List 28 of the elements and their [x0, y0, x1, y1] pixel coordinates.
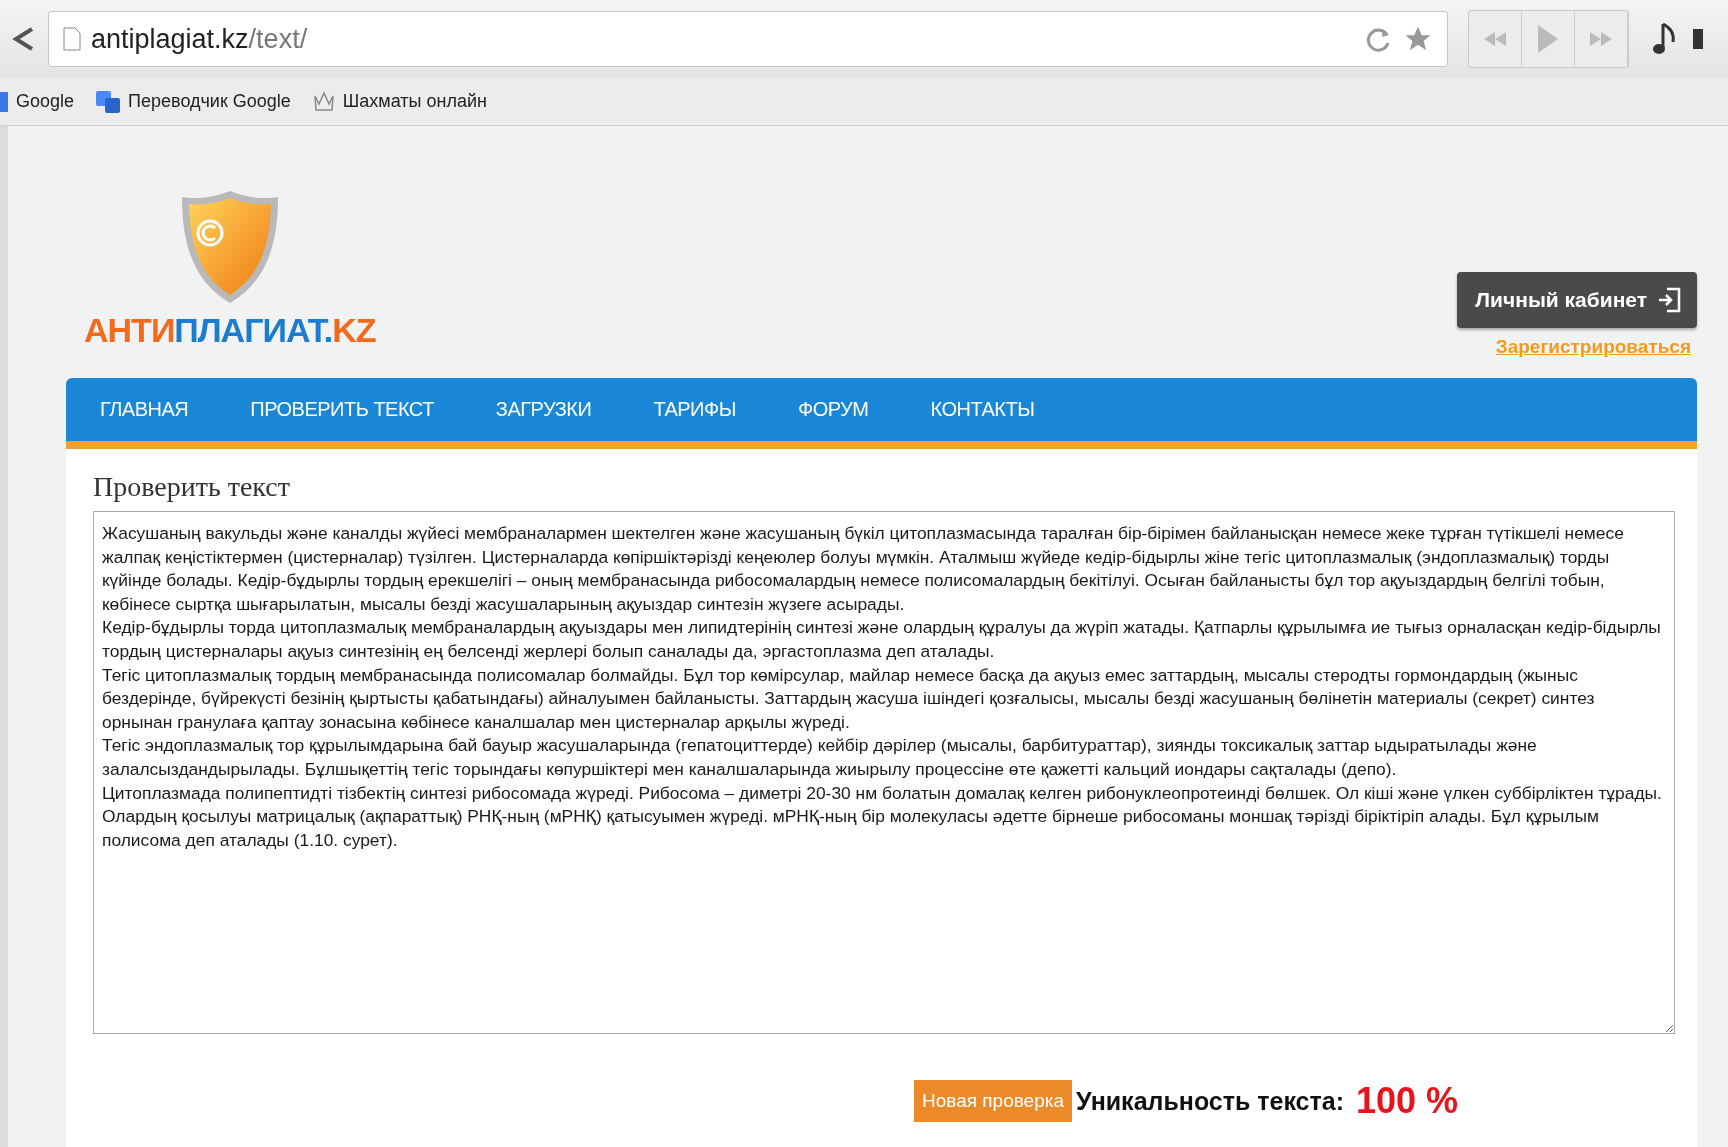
rewind-icon[interactable] — [1484, 32, 1506, 46]
site-logo-text: АНТИПЛАГИАТ.KZ — [84, 311, 376, 350]
nav-link[interactable]: ГЛАВНАЯ — [100, 378, 220, 441]
fast-forward-icon[interactable] — [1590, 32, 1612, 46]
uniqueness-label: Уникальность текста: — [1076, 1086, 1344, 1116]
crown-icon — [312, 89, 335, 114]
address-bar[interactable]: antiplagiat.kz/text/ — [48, 11, 1448, 67]
nav-link[interactable]: КОНТАКТЫ — [899, 378, 1066, 441]
bookmark-icon — [0, 91, 8, 112]
uniqueness-value: 100 % — [1356, 1080, 1459, 1122]
nav-link[interactable]: ПРОВЕРИТЬ ТЕКСТ — [219, 378, 465, 441]
shield-logo-icon — [179, 189, 280, 305]
page-icon — [63, 27, 81, 51]
login-icon — [1657, 287, 1681, 313]
bookmark-link[interactable]: Google — [0, 91, 75, 112]
register-link[interactable]: Зарегистрироваться — [1495, 336, 1691, 358]
url-text: antiplagiat.kz/text/ — [91, 23, 308, 55]
account-button[interactable]: Личный кабинет — [1457, 272, 1697, 328]
nav-link[interactable]: ФОРУМ — [766, 378, 900, 441]
nav-link[interactable]: ТАРИФЫ — [622, 378, 767, 441]
play-icon[interactable] — [1538, 25, 1558, 53]
page-title: Проверить текст — [93, 471, 291, 503]
nav-link[interactable]: ЗАГРУЗКИ — [464, 378, 623, 441]
text-input-field[interactable]: Жасушаның вакульды және каналды жүйесі мембраналармен шектелген және жасушаның бүкіл цитоплазмасында таралған бір-бірімен байланысқан немесе жеке тұрған түтікшелі немесе жалпақ кеңістіктермен (цистерналар) түзілген. Цистерналарда көпіршіктәрізді кеңеюлер болуы мүмкін. Аталмыш жүйеде кедір-бідырлы жіне тегіс цитоплазмалық (эндоплазмалық) торды күйінде болады. Кедір-бұдырлы тордың ерекшелігі – оның мембранасында рибосомалардың немесе полисомалардың бекітілуі. Осыған байланысты бұл тор ақуыздардың белгілі тобын, көбінесе сыртқа шығарылатын, мысалы безді жасушаларының ақуыздар синтезін жүзеге асырады. Кедір-бұдырлы торда цитоплазмалық мембраналардың ақуыздары мен липидтерінің синтезі және олардың құралуы да жүріп жатады. Қатпарлы құрылымға ие тығыз орналасқан кедір-бідырлы тордың цистерналары ақуыз синтезінің ең белсенді жерлері болып саналады да, эргастоплазма деп аталады. Тегіс цитоплазмалық тордың мембранасында полисомалар болмайды. Бұл тор көмірсулар, майлар немесе басқа да ақуыз емес заттардың, мысалы стеродты гормондардың (жыныс бездерінде, бүйрекүсті безінің қыртысты қабатындағы) айналуымен байланысты. Заттардың жасуша ішіндегі қозғалысы, мысалы безді жасушаның бөлінетін материалы (секрет) синтез орнынан гранулаға қаптау зонасына көбінесе каналшалар мен цистерналар арқылы жүреді. Тегіс эндоплазмалық тор құрылымдарына бай бауыр жасушаларында (гепатоциттерде) кейбір дәрілер (мысалы, барбитураттар), зиянды токсикалық заттар ыдыратылады және залалсыздандырылады. Бұлшықеттің тегіс торындағы көпуршіктері мен каналшаларында жиырылу процессіне өте қажетті кальций иондары сақталады (депо). Цитоплазмада полипептидті тізбектің синтезі рибосомада жүреді. Рибосома – диметрі 20-30 нм болатын домалақ келген рибонуклеопротеинді бөлшек. Ол кіші және үлкен суббірліктен тұрады. Олардың қосылуы матрицалық (ақпараттық) РНҚ-ның (мРНҚ) қатысуымен жүреді. мРНҚ-ның бір молекуласы әдетте бірнеше рибосоманы моншақ тәрізді біріктіріп алады. Бұл құрылым полисома деп аталады (1.10. сурет). — [93, 511, 1675, 1034]
new-check-button[interactable]: Новая проверка — [914, 1080, 1073, 1122]
bookmark-link[interactable]: Переводчик Google — [96, 90, 291, 113]
bookmark-link[interactable]: Шахматы онлайн — [312, 89, 487, 114]
translate-icon — [96, 90, 121, 113]
